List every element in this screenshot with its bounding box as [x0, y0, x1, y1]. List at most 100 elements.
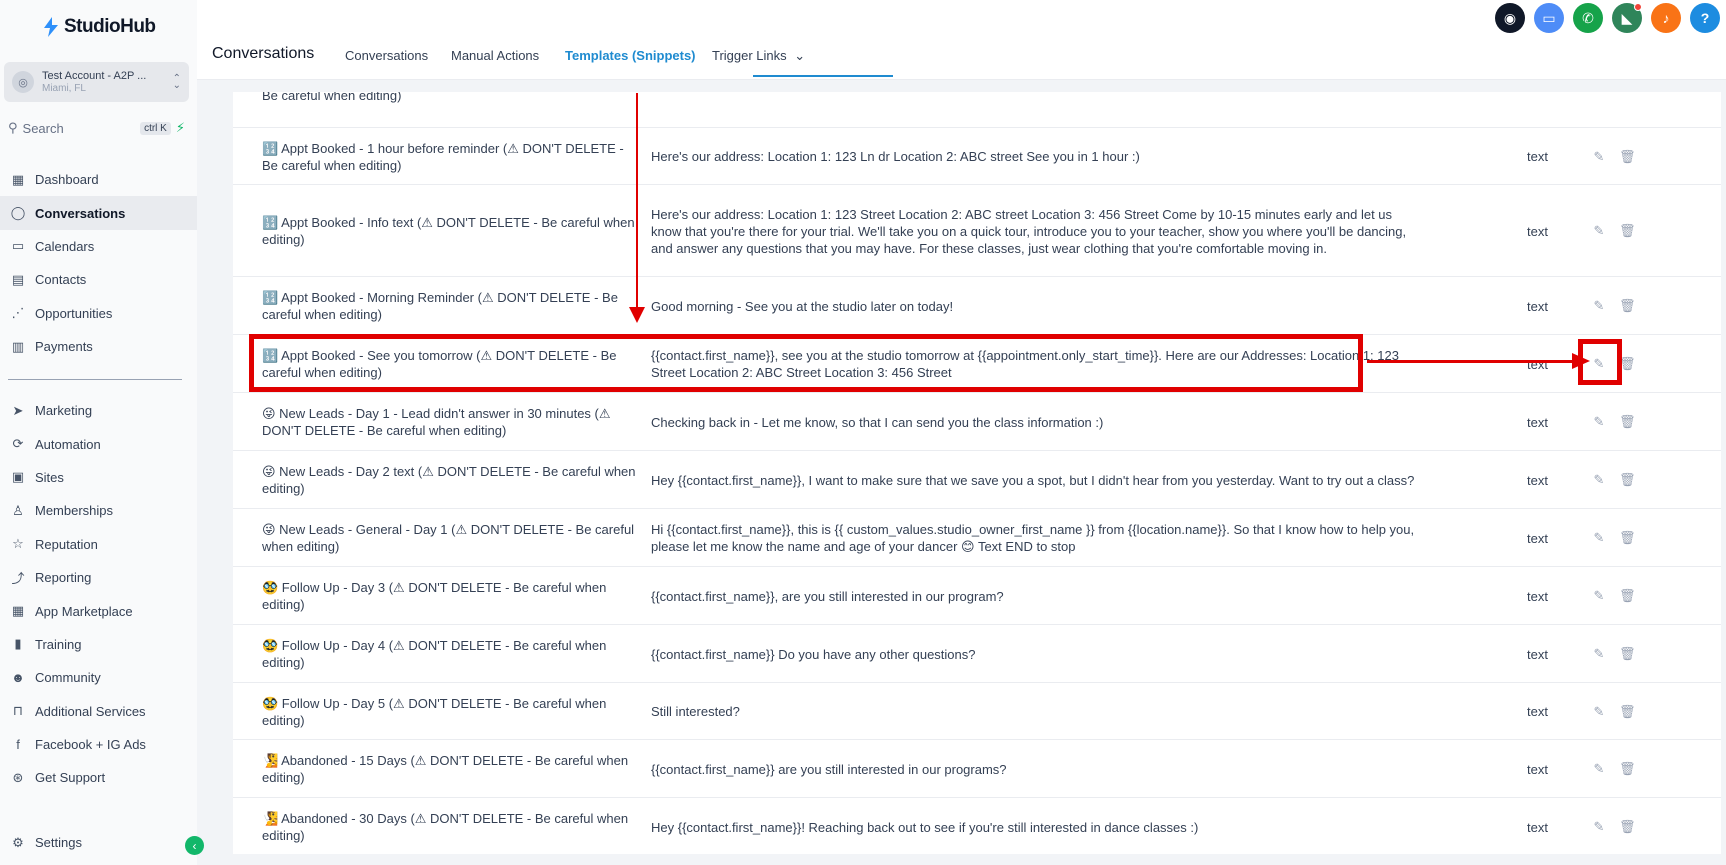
collapse-sidebar-button[interactable]: ‹	[185, 836, 204, 855]
bell-icon[interactable]: ♪	[1651, 3, 1681, 33]
tab-trigger-links[interactable]: Trigger Links ⌄	[712, 48, 805, 64]
table-row[interactable]: 🥸 Follow Up - Day 3 (⚠ DON'T DELETE - Be…	[233, 566, 1721, 624]
sidebar-item-community[interactable]: ☻ Community	[0, 661, 197, 694]
sidebar-item-calendars[interactable]: ▭ Calendars	[0, 230, 197, 263]
trash-icon[interactable]: 🗑	[1619, 414, 1636, 430]
sidebar-item-payments[interactable]: ▥ Payments	[0, 330, 197, 363]
sidebar-item-facebook-ig-ads[interactable]: f Facebook + IG Ads	[0, 728, 197, 761]
sidebar-item-opportunities[interactable]: ⋰ Opportunities	[0, 297, 197, 330]
edit-icon[interactable]: ✎	[1591, 588, 1607, 604]
facebook-icon: f	[16, 737, 20, 753]
sidebar-item-label: Training	[35, 636, 82, 652]
table-row[interactable]: Be careful when editing)	[233, 92, 1721, 105]
trash-icon[interactable]: 🗑	[1619, 472, 1636, 488]
tab-conversations[interactable]: Conversations	[345, 48, 428, 63]
table-row[interactable]: 😜 New Leads - General - Day 1 (⚠ DON'T D…	[233, 508, 1721, 566]
sidebar-item-conversations[interactable]: ◯ Conversations	[0, 196, 197, 230]
sidebar-item-automation[interactable]: ⟳ Automation	[0, 427, 197, 460]
trash-icon[interactable]: 🗑	[1619, 149, 1636, 165]
edit-icon[interactable]: ✎	[1591, 414, 1607, 430]
trash-icon[interactable]: 🗑	[1619, 646, 1636, 662]
sidebar-item-reporting[interactable]: ⤴ Reporting	[0, 561, 197, 594]
sidebar-item-label: Contacts	[35, 272, 87, 288]
table-row[interactable]: 🔢 Appt Booked - Info text (⚠ DON'T DELET…	[233, 184, 1721, 276]
sidebar-item-label: Settings	[35, 835, 82, 851]
template-name: 🔢 Appt Booked - 1 hour before reminder (…	[262, 140, 624, 173]
edit-icon[interactable]: ✎	[1591, 149, 1607, 165]
sidebar-search[interactable]: ⚲ Search ctrl K ⚡	[4, 116, 189, 140]
edit-icon[interactable]: ✎	[1591, 819, 1607, 835]
template-body: Hey {{contact.first_name}}, I want to ma…	[651, 472, 1415, 488]
trash-icon[interactable]: 🗑	[1619, 223, 1636, 239]
funnel-icon: ⋰	[11, 305, 25, 321]
bolt-icon[interactable]: ⚡	[176, 120, 185, 136]
sidebar-item-memberships[interactable]: ♙ Memberships	[0, 494, 197, 527]
tab-label: Trigger Links	[712, 48, 787, 63]
edit-icon[interactable]: ✎	[1591, 646, 1607, 662]
template-name: 🥸 Follow Up - Day 5 (⚠ DON'T DELETE - Be…	[262, 695, 607, 728]
sidebar: StudioHub ◎ Test Account - A2P ... Miami…	[0, 0, 204, 865]
phone-icon[interactable]: ✆	[1573, 3, 1603, 33]
table-row[interactable]: 😜 New Leads - Day 2 text (⚠ DON'T DELETE…	[233, 450, 1721, 508]
trash-icon[interactable]: 🗑	[1619, 819, 1636, 835]
sidebar-item-contacts[interactable]: ▤ Contacts	[0, 263, 197, 296]
sidebar-item-dashboard[interactable]: ▦ Dashboard	[0, 163, 197, 196]
table-row[interactable]: 🥸 Follow Up - Day 5 (⚠ DON'T DELETE - Be…	[233, 682, 1721, 739]
edit-icon[interactable]: ✎	[1591, 298, 1607, 314]
sidebar-item-label: Reporting	[35, 570, 92, 586]
template-body: Hey {{contact.first_name}}! Reaching bac…	[651, 819, 1199, 835]
template-type: text	[1527, 704, 1548, 719]
edit-icon[interactable]: ✎	[1591, 704, 1607, 720]
account-switcher[interactable]: ◎ Test Account - A2P ... Miami, FL ⌃ ⌄	[4, 62, 189, 102]
search-label: Search	[22, 120, 64, 136]
template-name: 😜 New Leads - Day 2 text (⚠ DON'T DELETE…	[262, 464, 636, 496]
sidebar-item-app-marketplace[interactable]: ▦ App Marketplace	[0, 594, 197, 627]
trash-icon[interactable]: 🗑	[1619, 530, 1636, 546]
table-row[interactable]: 🔢 Appt Booked - 1 hour before reminder (…	[233, 127, 1721, 184]
template-type: text	[1527, 356, 1548, 372]
annotation-highlight-edit	[1578, 339, 1622, 385]
tab-templates[interactable]: Templates (Snippets)	[565, 48, 696, 63]
community-icon: ☻	[11, 670, 25, 686]
template-body: Here's our address: Location 1: 123 Stre…	[651, 206, 1407, 256]
gear-icon: ⚙	[12, 834, 24, 850]
table-row[interactable]: 🧏 Abandoned - 30 Days (⚠ DON'T DELETE - …	[233, 797, 1721, 854]
sidebar-item-label: Marketing	[35, 403, 93, 419]
edit-icon[interactable]: ✎	[1591, 761, 1607, 777]
table-row[interactable]: 🔢 Appt Booked - Morning Reminder (⚠ DON'…	[233, 276, 1721, 334]
sidebar-item-training[interactable]: ▮ Training	[0, 628, 197, 661]
sidebar-item-settings[interactable]: ⚙ Settings	[0, 826, 197, 859]
edit-icon[interactable]: ✎	[1591, 223, 1607, 239]
robot-icon[interactable]: ◉	[1495, 3, 1525, 33]
account-avatar-icon: ◎	[12, 71, 34, 93]
chevron-down-icon: ⌄	[794, 48, 806, 63]
template-name: 🔢 Appt Booked - Morning Reminder (⚠ DON'…	[262, 290, 618, 322]
trash-icon[interactable]: 🗑	[1619, 298, 1636, 314]
trash-icon[interactable]: 🗑	[1619, 761, 1636, 777]
tab-manual-actions[interactable]: Manual Actions	[451, 48, 539, 63]
sidebar-item-sites[interactable]: ▣ Sites	[0, 461, 197, 494]
sidebar-item-marketing[interactable]: ➤ Marketing	[0, 394, 197, 427]
apps-icon: ▦	[11, 603, 25, 619]
table-row[interactable]: 🧏 Abandoned - 15 Days (⚠ DON'T DELETE - …	[233, 739, 1721, 797]
annotation-arrowhead	[629, 307, 645, 323]
sidebar-item-get-support[interactable]: ⊛ Get Support	[0, 761, 197, 794]
studiohub-logo[interactable]: StudioHub	[42, 16, 156, 38]
template-type: text	[1527, 298, 1548, 314]
template-name: 🥸 Follow Up - Day 4 (⚠ DON'T DELETE - Be…	[262, 638, 607, 670]
edit-icon[interactable]: ✎	[1591, 530, 1607, 546]
message-icon[interactable]: ▭	[1534, 3, 1564, 33]
megaphone-icon[interactable]: ◣	[1612, 3, 1642, 33]
sidebar-item-reputation[interactable]: ☆ Reputation	[0, 528, 197, 561]
trash-icon[interactable]: 🗑	[1619, 588, 1636, 604]
table-row[interactable]: 🥸 Follow Up - Day 4 (⚠ DON'T DELETE - Be…	[233, 624, 1721, 682]
sidebar-item-label: Sites	[35, 469, 64, 485]
sidebar-item-additional-services[interactable]: ⊓ Additional Services	[0, 695, 197, 728]
table-row[interactable]: 😜 New Leads - Day 1 - Lead didn't answer…	[233, 392, 1721, 450]
membership-icon: ♙	[12, 502, 24, 518]
help-icon[interactable]: ?	[1690, 3, 1720, 33]
secondary-nav: ➤ Marketing ⟳ Automation ▣ Sites ♙ Memberships ☆…	[0, 394, 197, 795]
trash-icon[interactable]: 🗑	[1619, 704, 1636, 720]
template-body: Still interested?	[651, 704, 740, 719]
edit-icon[interactable]: ✎	[1591, 472, 1607, 488]
